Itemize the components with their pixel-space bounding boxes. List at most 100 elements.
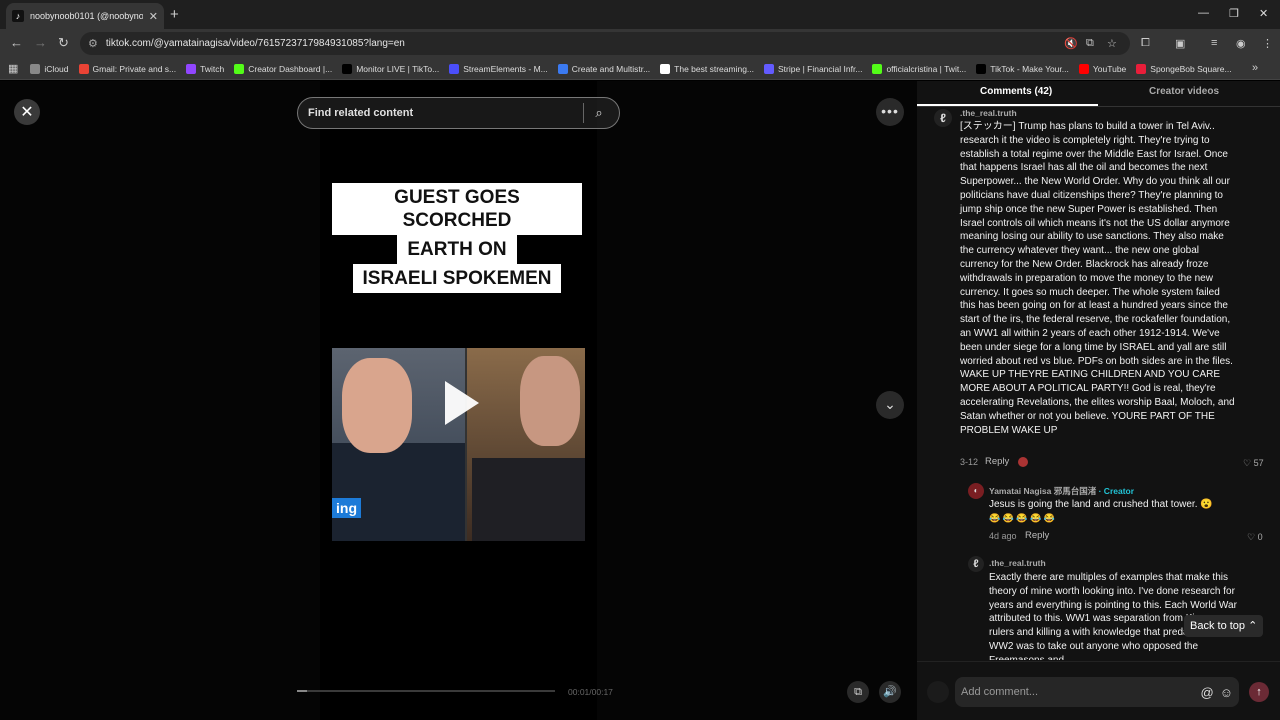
extensions-icon[interactable]: ⧠ [1141, 37, 1150, 50]
back-to-top-button[interactable]: Back to top ⌃ [1184, 615, 1264, 637]
bookmark-star-icon[interactable]: ☆ [1107, 37, 1117, 50]
time-display: 00:01/00:17 [568, 687, 613, 697]
creator-name: Yamatai Nagisa 邪馬台国渚 [989, 486, 1097, 496]
mention-icon[interactable]: @ [1201, 685, 1214, 700]
emoji-icon[interactable]: ☺ [1220, 685, 1233, 700]
creator-liked-badge [1018, 457, 1028, 467]
bookmark-item[interactable]: Creator Dashboard |... [234, 63, 333, 74]
next-video-button[interactable]: ⌄ [876, 391, 904, 419]
bookmark-item[interactable]: iCloud [30, 63, 69, 74]
bookmarks-overflow-icon[interactable]: » [1252, 62, 1258, 74]
bookmark-favicon [764, 63, 775, 74]
progress-bar[interactable] [297, 690, 555, 692]
reply-button[interactable]: Reply [1025, 530, 1049, 541]
mini-player-button[interactable]: ⧉ [847, 681, 869, 703]
comment-date: 3-12 [960, 457, 979, 467]
bookmark-label: YouTube [1092, 63, 1127, 74]
play-icon[interactable] [445, 381, 479, 425]
bookmark-item[interactable]: StreamElements - M... [449, 63, 548, 74]
related-search-input[interactable] [308, 107, 583, 119]
bookmark-label: Gmail: Private and s... [92, 63, 177, 74]
media-icon[interactable]: ≡ [1211, 37, 1217, 49]
bookmark-item[interactable]: Monitor LIVE | TikTo... [342, 63, 440, 74]
bookmarks-bar: ▦ iCloud Gmail: Private and s... Twitch Cre… [0, 58, 1280, 80]
bookmark-label: TikTok - Make Your... [990, 63, 1069, 74]
tab-close-icon[interactable]: ✕ [149, 10, 158, 23]
comment-box: @ ☺ [955, 677, 1239, 707]
bookmark-favicon [186, 63, 197, 74]
site-info-icon[interactable]: ⚙ [88, 37, 98, 50]
bookmark-label: Stripe | Financial Infr... [778, 63, 863, 74]
comment-username[interactable]: .the_real.truth [989, 558, 1046, 568]
bookmark-item[interactable]: officialcristina | Twit... [872, 63, 967, 74]
more-icon: ••• [881, 103, 899, 119]
tab-comments[interactable]: Comments (42) [980, 86, 1052, 97]
bookmark-favicon [976, 63, 987, 74]
profile-icon[interactable]: ◉ [1236, 37, 1246, 50]
sidebar-icon[interactable]: ▣ [1175, 37, 1185, 50]
video-frame[interactable]: ing [332, 348, 585, 541]
comment-date: 4d ago [989, 531, 1017, 541]
window-close-icon[interactable]: ✕ [1259, 7, 1268, 20]
tab-creator-videos[interactable]: Creator videos [1149, 86, 1219, 97]
reload-icon[interactable]: ↻ [58, 35, 69, 51]
comment-input[interactable] [961, 686, 1195, 698]
bookmark-label: The best streaming... [674, 63, 755, 74]
menu-icon[interactable]: ⋮ [1262, 37, 1273, 50]
restore-icon[interactable]: ❐ [1229, 7, 1239, 20]
tiktok-favicon: ♪ [12, 10, 24, 22]
mute-tab-icon[interactable]: 🔇 [1064, 37, 1078, 50]
send-button[interactable]: ↑ [1249, 682, 1269, 702]
like-count: 57 [1253, 458, 1264, 468]
bookmark-favicon [30, 63, 41, 74]
like-button[interactable]: ♡ 57 [1243, 458, 1264, 469]
bookmark-item[interactable]: Twitch [186, 63, 224, 74]
back-icon[interactable]: ← [10, 35, 23, 50]
bookmark-favicon [449, 63, 460, 74]
comment-username[interactable]: .the_real.truth [960, 108, 1017, 118]
caption-line: GUEST GOES SCORCHED [332, 183, 582, 235]
bookmark-favicon [78, 63, 89, 74]
more-options-button[interactable]: ••• [876, 98, 904, 126]
bookmark-favicon [872, 63, 883, 74]
caption-line: EARTH ON [397, 235, 517, 264]
bookmark-item[interactable]: SpongeBob Square... [1136, 63, 1232, 74]
bookmark-favicon [1078, 63, 1089, 74]
video-caption: GUEST GOES SCORCHED EARTH ON ISRAELI SPO… [332, 183, 582, 293]
avatar[interactable]: ℓ [968, 556, 984, 572]
bookmark-label: StreamElements - M... [463, 63, 548, 74]
bookmark-item[interactable]: Gmail: Private and s... [78, 63, 177, 74]
search-icon[interactable]: ⌕ [584, 105, 614, 121]
close-icon: ✕ [20, 104, 34, 121]
avatar[interactable]: ◐ [968, 483, 984, 499]
apps-grid-icon[interactable]: ▦ [8, 62, 18, 75]
close-video-button[interactable]: ✕ [14, 99, 40, 125]
bookmark-item[interactable]: Stripe | Financial Infr... [764, 63, 863, 74]
reply-button[interactable]: Reply [985, 456, 1009, 467]
bookmark-label: Monitor LIVE | TikTo... [356, 63, 440, 74]
url-text: tiktok.com/@yamatainagisa/video/76157237… [105, 38, 405, 49]
browser-tab[interactable]: ♪ noobynoob0101 (@noobynoob0101) ✕ [6, 3, 164, 29]
forward-icon[interactable]: → [34, 35, 47, 50]
bookmark-label: Creator Dashboard |... [248, 63, 333, 74]
mini-player-icon: ⧉ [854, 686, 862, 698]
bookmark-favicon [342, 63, 353, 74]
address-row: ← → ↻ ⚙ tiktok.com/@yamatainagisa/video/… [0, 29, 1280, 58]
cast-icon[interactable]: ⧉ [1086, 37, 1094, 50]
volume-icon: 🔊 [883, 686, 897, 698]
minimize-icon[interactable]: — [1198, 7, 1209, 19]
volume-button[interactable]: 🔊 [879, 681, 901, 703]
avatar[interactable]: ℓ [934, 109, 952, 127]
progress-fill [297, 690, 308, 692]
new-tab-button[interactable]: + [170, 6, 179, 23]
bookmark-item[interactable]: TikTok - Make Your... [976, 63, 1069, 74]
url-bar[interactable]: ⚙ tiktok.com/@yamatainagisa/video/761572… [80, 32, 1130, 55]
bookmark-label: SpongeBob Square... [1150, 63, 1232, 74]
like-button[interactable]: ♡ 0 [1247, 532, 1263, 543]
comment-username[interactable]: Yamatai Nagisa 邪馬台国渚 · Creator [989, 485, 1134, 497]
bookmark-label: officialcristina | Twit... [886, 63, 967, 74]
bookmark-item[interactable]: The best streaming... [660, 63, 755, 74]
bookmark-label: Create and Multistr... [571, 63, 651, 74]
bookmark-item[interactable]: YouTube [1078, 63, 1127, 74]
bookmark-item[interactable]: Create and Multistr... [557, 63, 651, 74]
